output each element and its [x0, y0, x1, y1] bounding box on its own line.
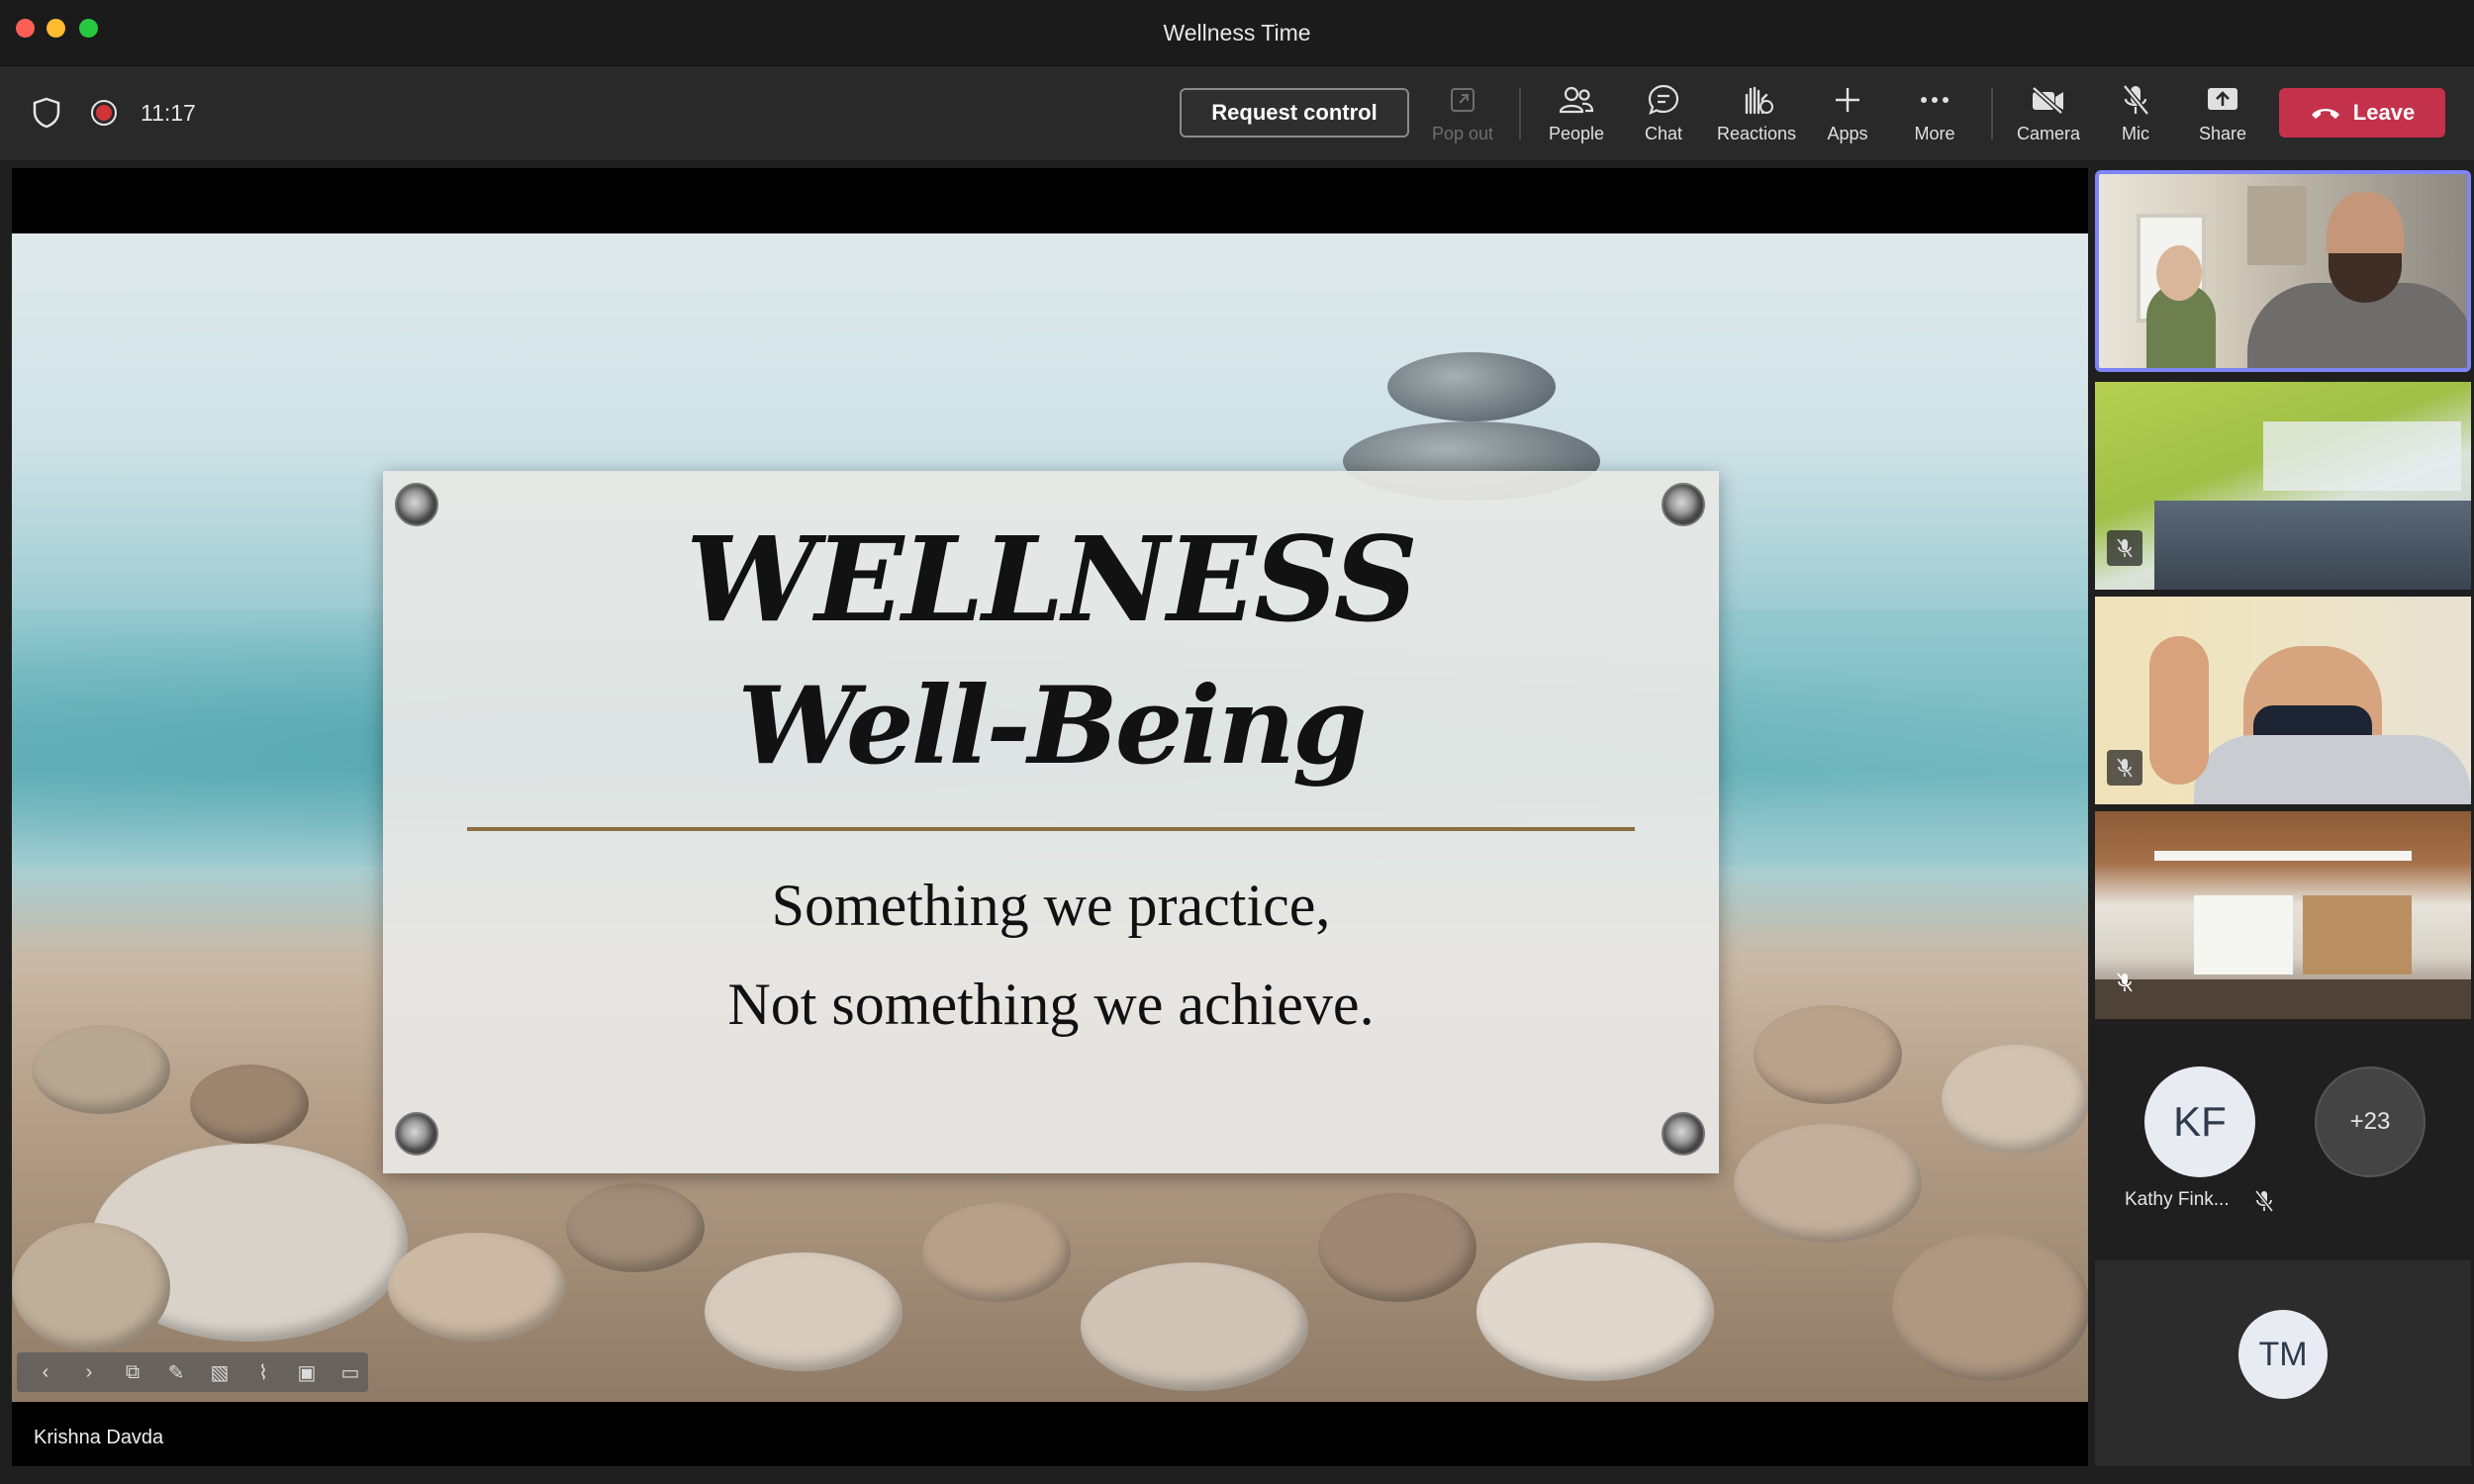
laser-pointer-icon[interactable]: ⌇ [248, 1360, 278, 1385]
mic-label: Mic [2122, 124, 2149, 143]
pebble [388, 1233, 566, 1342]
video-tile-active-speaker[interactable] [2095, 170, 2471, 372]
camera-label: Camera [2016, 124, 2081, 143]
participant-shirt [2194, 735, 2471, 804]
highlighter-icon[interactable]: ▧ [205, 1360, 235, 1385]
thumbs-up-hand [2149, 636, 2209, 785]
reactions-icon [1737, 80, 1776, 120]
pop-out-icon [1443, 80, 1482, 120]
pebble [1942, 1045, 2088, 1154]
more-icon [1915, 80, 1954, 120]
pen-icon[interactable]: ✎ [161, 1360, 191, 1385]
more-label: More [1914, 124, 1955, 143]
slide-sorter-icon[interactable]: ⧉ [118, 1361, 147, 1384]
tile-mic-off-icon [2107, 530, 2142, 566]
poster-in-video [2247, 186, 2307, 265]
pebble [1754, 1005, 1902, 1104]
shared-content-stage: WELLNESS Well-Being Something we practic… [12, 168, 2088, 1466]
mic-off-icon [2253, 1189, 2277, 1213]
reactions-label: Reactions [1716, 124, 1797, 143]
slide-subtitle-line-1: Something we practice, [771, 873, 1331, 938]
window-title: Wellness Time [1163, 20, 1311, 46]
tile-mic-off-icon [2107, 750, 2142, 786]
avatar-tm: TM [2238, 1310, 2328, 1399]
share-icon [2203, 80, 2242, 120]
pebble [1892, 1233, 2088, 1381]
pebble [705, 1252, 903, 1371]
slide-title-line-2: Well-Being [737, 664, 1367, 788]
toolbar-divider [1519, 88, 1521, 139]
subtitles-icon[interactable]: ▣ [292, 1360, 322, 1385]
apps-icon [1828, 80, 1867, 120]
chat-label: Chat [1644, 124, 1683, 143]
video-tile-classroom-1[interactable] [2095, 382, 2471, 590]
wall-posters [2263, 421, 2461, 491]
chat-button[interactable]: Chat [1619, 80, 1708, 149]
students-group [2154, 501, 2471, 590]
people-label: People [1548, 124, 1605, 143]
pebble [566, 1183, 705, 1272]
presenter-view-icon[interactable]: ▭ [335, 1360, 365, 1385]
video-tile-participant-thumbs-up[interactable] [2095, 597, 2471, 804]
share-label: Share [2198, 124, 2247, 143]
more-button[interactable]: More [1890, 80, 1979, 149]
video-tile-classroom-2[interactable] [2095, 811, 2471, 1019]
bookshelf-in-video [2303, 895, 2412, 974]
pebble [1734, 1124, 1922, 1243]
previous-slide-icon[interactable]: ‹ [31, 1361, 60, 1384]
share-button[interactable]: Share [2178, 80, 2267, 149]
people-button[interactable]: People [1532, 80, 1621, 149]
next-slide-icon[interactable]: › [74, 1361, 104, 1384]
meeting-toolbar: 11:17 Request control Pop out People Cha… [0, 66, 2474, 160]
participant-name-label: Kathy Fink... [2125, 1189, 2230, 1210]
title-bar: Wellness Time [0, 0, 2474, 66]
camera-button[interactable]: Camera [2004, 80, 2093, 149]
pebble [190, 1065, 309, 1144]
pebble [32, 1025, 170, 1114]
presentation-slide: WELLNESS Well-Being Something we practic… [12, 233, 2088, 1402]
avatar-kathy[interactable]: KF [2144, 1067, 2255, 1177]
recording-indicator-icon [87, 96, 121, 130]
apps-label: Apps [1827, 124, 1868, 143]
leave-label: Leave [2352, 100, 2416, 125]
meeting-timer: 11:17 [141, 100, 196, 126]
pebble [922, 1203, 1071, 1302]
more-participants-button[interactable]: +23 [2315, 1067, 2426, 1177]
slide-text-panel: WELLNESS Well-Being Something we practic… [383, 471, 1719, 1173]
presentation-controls: ‹ › ⧉ ✎ ▧ ⌇ ▣ ▭ [17, 1352, 368, 1392]
pop-out-label: Pop out [1431, 124, 1494, 143]
students-group [2095, 979, 2471, 1019]
shield-icon[interactable] [30, 96, 63, 130]
slide-title: WELLNESS [685, 510, 1418, 648]
slide-subtitle-line-2: Not something we achieve. [727, 972, 1375, 1037]
tile-mic-off-icon [2107, 965, 2142, 1000]
pebble [1476, 1243, 1714, 1381]
chat-icon [1644, 80, 1683, 120]
ceiling-light [2154, 851, 2412, 861]
participant-gallery: KF +23 Kathy Fink... TM [2095, 168, 2471, 1466]
meeting-window: Wellness Time 11:17 Request control Pop … [0, 0, 2474, 1484]
toolbar-divider [1991, 88, 1993, 139]
presenter-name-label: Krishna Davda [34, 1427, 164, 1448]
pop-out-button[interactable]: Pop out [1418, 80, 1507, 149]
slide-divider-rule [467, 827, 1635, 831]
panel-bolt [395, 1112, 438, 1156]
phone-hangup-icon [2311, 109, 2339, 119]
leave-button[interactable]: Leave [2279, 88, 2445, 138]
request-control-button[interactable]: Request control [1180, 88, 1409, 138]
pebble [1081, 1262, 1308, 1391]
cairn-stone [1387, 352, 1556, 421]
camera-off-icon [2029, 80, 2068, 120]
people-icon [1557, 80, 1596, 120]
pebble [12, 1223, 170, 1351]
pebble [1318, 1193, 1476, 1302]
mic-off-icon [2116, 80, 2155, 120]
participant-face [2156, 245, 2202, 301]
mic-button[interactable]: Mic [2091, 80, 2180, 149]
window-in-video [2194, 895, 2293, 974]
apps-button[interactable]: Apps [1803, 80, 1892, 149]
participant-tile-tm[interactable]: TM [2095, 1260, 2471, 1466]
reactions-button[interactable]: Reactions [1712, 80, 1801, 149]
panel-bolt [1662, 1112, 1705, 1156]
